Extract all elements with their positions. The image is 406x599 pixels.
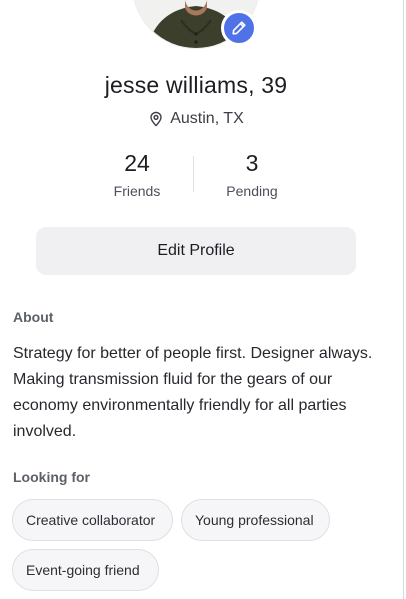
about-heading: About: [13, 309, 54, 325]
stats-row: 24 Friends 3 Pending: [80, 148, 310, 200]
friends-label: Friends: [113, 183, 161, 199]
chip-event-going-friend[interactable]: Event-going friend: [12, 549, 159, 591]
friends-stat[interactable]: 24 Friends: [80, 148, 194, 199]
about-text: Strategy for better of people first. Des…: [13, 345, 373, 440]
pending-stat[interactable]: 3 Pending: [195, 148, 309, 199]
profile-page: jesse williams, 39 Austin, TX 24 Friends…: [0, 0, 406, 599]
looking-for-heading: Looking for: [13, 469, 90, 485]
friends-count: 24: [124, 150, 150, 176]
pending-count: 3: [245, 150, 259, 176]
panel-divider: [403, 0, 404, 599]
map-pin-icon: [150, 111, 162, 127]
edit-avatar-button[interactable]: [221, 10, 257, 46]
avatar-container: [133, 0, 259, 48]
pending-label: Pending: [226, 183, 278, 199]
edit-profile-button[interactable]: Edit Profile: [36, 227, 356, 275]
chip-creative-collaborator[interactable]: Creative collaborator: [12, 499, 173, 541]
profile-name: jesse williams, 39: [104, 72, 288, 98]
location-text: Austin, TX: [170, 110, 244, 127]
profile-location: Austin, TX: [0, 110, 392, 128]
pencil-icon: [232, 21, 246, 35]
stats-divider: [193, 156, 194, 192]
chip-young-professional[interactable]: Young professional: [181, 499, 330, 541]
